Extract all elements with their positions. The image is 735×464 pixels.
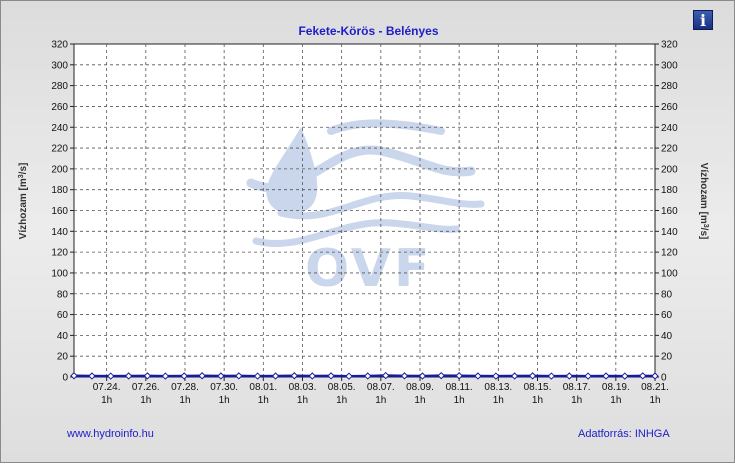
y-tick-label-left: 180 [51,185,68,196]
y-tick-label-right: 260 [661,102,678,113]
x-tick-label-hour: 1h [101,395,112,406]
x-tick-label-hour: 1h [297,395,308,406]
x-tick-label-date: 07.28. [171,382,199,393]
x-tick-label-hour: 1h [414,395,425,406]
x-tick-label-hour: 1h [532,395,543,406]
y-tick-label-left: 160 [51,206,68,217]
y-tick-label-right: 80 [661,289,673,300]
chart-svg: OVF 0 020 2040 4060 6080 80100 100120 120140 140… [18,40,710,407]
chart-panel: Fekete-Körös - Belényes i OVF 0 0 20 20 40 40… [0,0,735,463]
y-tick-label-left: 60 [57,310,69,321]
y-tick-label-left: 260 [51,102,68,113]
y-tick-label-left: 0 [62,373,68,384]
y-axis-title-left: Vízhozam [m3/s] [18,163,30,240]
y-tick-label-left: 80 [57,289,69,300]
x-tick-label-hour: 1h [375,395,386,406]
y-tick-label-right: 200 [661,164,678,175]
y-tick-label-right: 20 [661,352,673,363]
y-tick-label-right: 240 [661,123,678,134]
x-tick-label-date: 08.11. [446,382,473,393]
y-tick-label-right: 140 [661,227,678,238]
y-tick-label-right: 320 [661,40,678,51]
y-tick-label-left: 240 [51,123,68,134]
x-tick-label-date: 08.19. [602,382,630,393]
y-tick-label-left: 220 [51,144,68,155]
y-tick-label-right: 220 [661,144,678,155]
y-tick-label-right: 100 [661,268,678,279]
x-tick-label-hour: 1h [140,395,151,406]
x-tick-label-hour: 1h [179,395,190,406]
y-tick-label-left: 120 [51,248,68,259]
watermark-text: OVF [305,239,433,299]
y-tick-label-right: 120 [661,248,678,259]
x-tick-label-date: 08.21. [641,382,669,393]
y-tick-label-left: 40 [57,331,69,342]
y-tick-label-right: 160 [661,206,678,217]
x-tick-label-date: 07.30. [210,382,238,393]
x-tick-label-date: 08.17. [563,382,591,393]
x-tick-label-date: 08.13. [484,382,512,393]
y-tick-label-right: 40 [661,331,673,342]
y-tick-label-right: 280 [661,81,678,92]
y-tick-label-left: 200 [51,164,68,175]
x-tick-label-date: 08.01. [249,382,277,393]
y-tick-label-left: 100 [51,268,68,279]
x-tick-label-hour: 1h [571,395,582,406]
x-tick-label-date: 08.09. [406,382,434,393]
y-tick-label-left: 20 [57,352,69,363]
y-tick-label-right: 300 [661,60,678,71]
x-tick-label-hour: 1h [454,395,465,406]
x-axis-ticks: 07.24. 1h 07.26. 1h 07.28. 1h 07.30. 1h 08.01. 1h… [93,377,669,406]
x-tick-label-date: 08.07. [367,382,395,393]
x-tick-label-date: 08.05. [328,382,356,393]
y-tick-label-left: 320 [51,40,68,51]
x-tick-label-hour: 1h [219,395,230,406]
x-tick-label-date: 08.15. [524,382,552,393]
x-tick-label-hour: 1h [493,395,504,406]
y-tick-label-left: 300 [51,60,68,71]
y-tick-label-right: 60 [661,310,673,321]
x-tick-label-date: 07.26. [132,382,160,393]
x-tick-label-date: 07.24. [93,382,121,393]
x-tick-label-hour: 1h [649,395,660,406]
y-tick-label-left: 280 [51,81,68,92]
x-tick-label-hour: 1h [258,395,269,406]
y-tick-label-right: 180 [661,185,678,196]
data-source-credit: Adatforrás: INHGA [578,428,670,440]
y-axis-title-right: Vízhozam [m3/s] [698,163,710,240]
x-tick-label-hour: 1h [610,395,621,406]
y-tick-label-left: 140 [51,227,68,238]
x-tick-label-hour: 1h [336,395,347,406]
source-link[interactable]: www.hydroinfo.hu [67,428,154,440]
x-tick-label-date: 08.03. [289,382,317,393]
